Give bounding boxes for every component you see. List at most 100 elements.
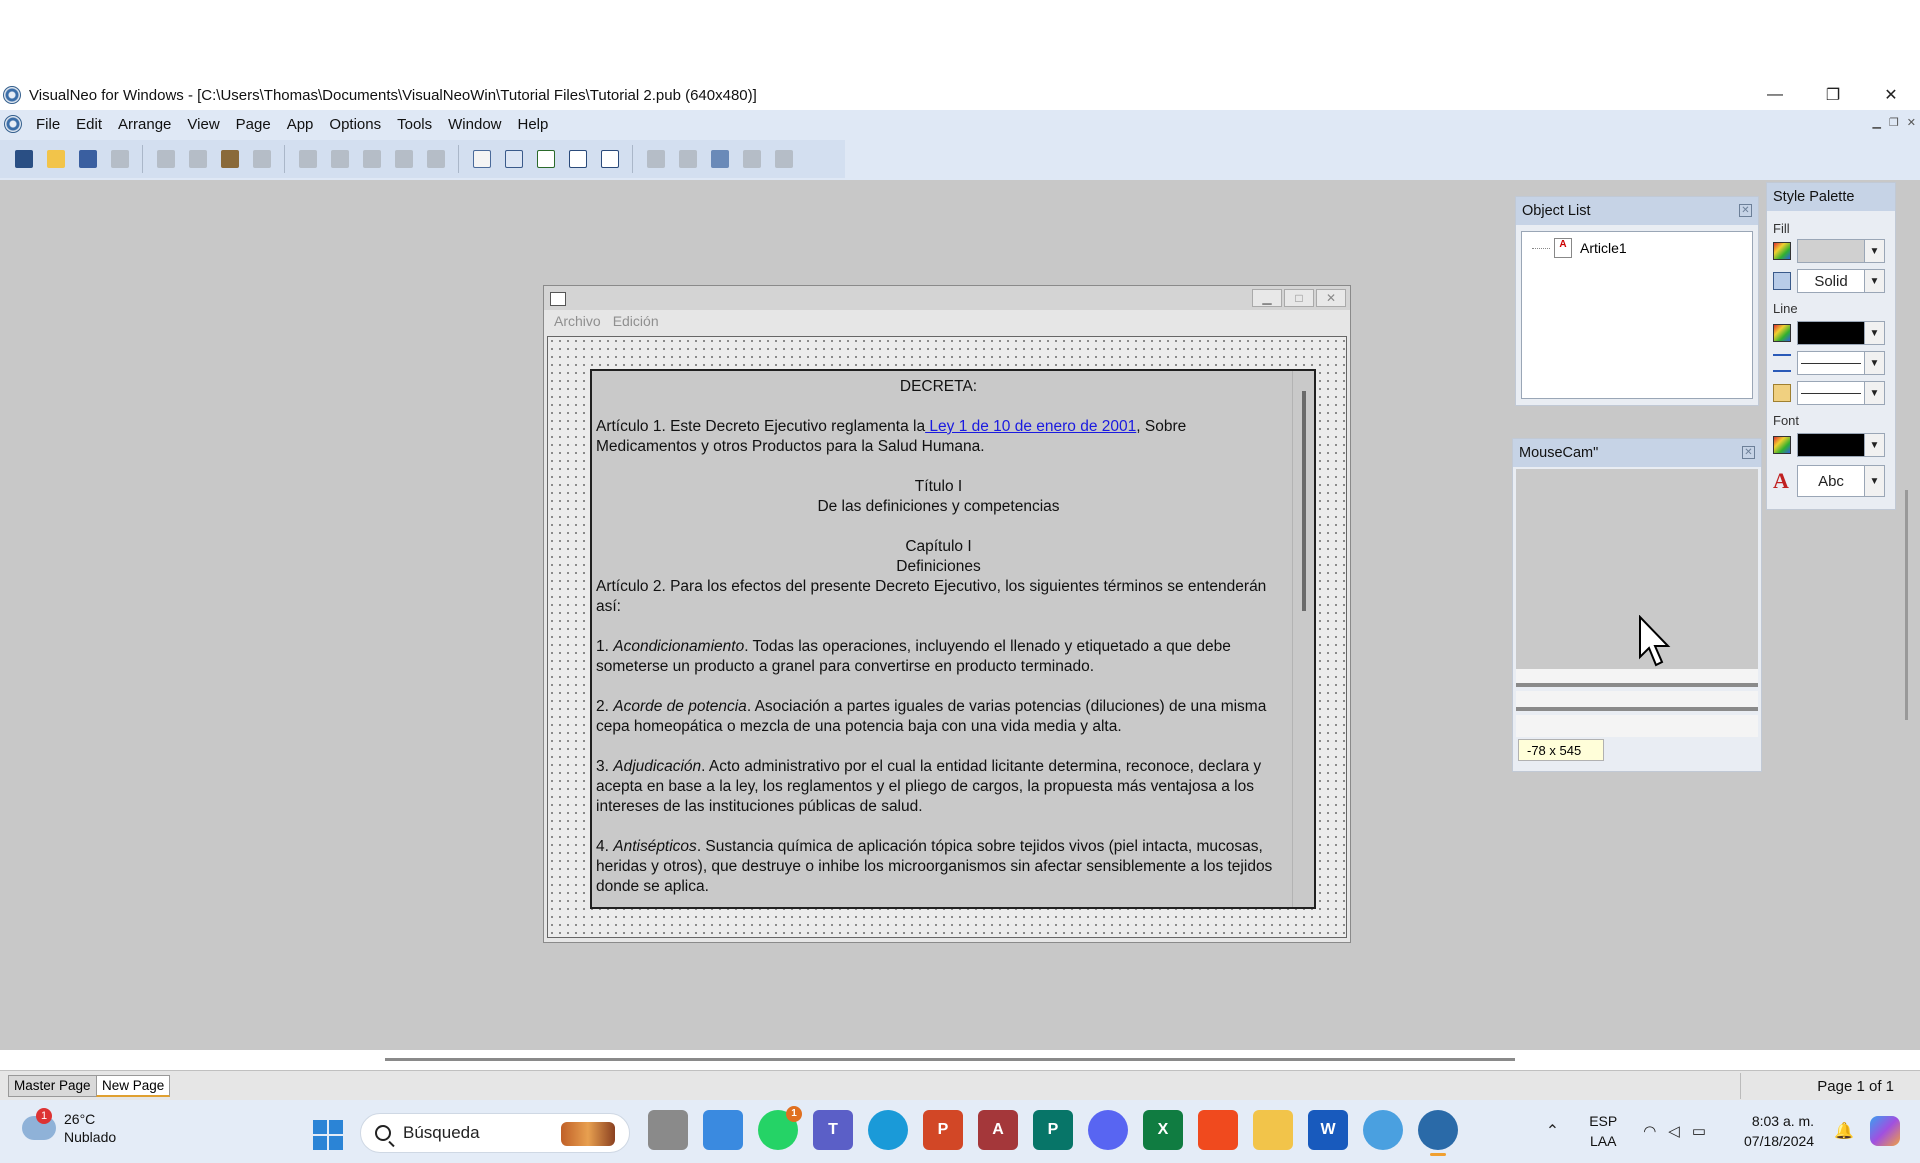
line-style-select[interactable]: ▼ [1797,381,1885,405]
ley-link[interactable]: Ley 1 de 10 de enero de 2001 [925,418,1136,435]
article1-object[interactable]: DECRETA: Artículo 1. Este Decreto Ejecut… [590,369,1316,909]
fill-pattern-select[interactable]: Solid ▼ [1797,269,1885,293]
windows-start-icon[interactable] [313,1120,343,1150]
window-controls: — ❐ ✕ [1746,80,1920,110]
ungroup-icon[interactable] [326,145,354,173]
copy-icon[interactable] [184,145,212,173]
capitulo-heading: Capítulo I [905,538,972,555]
next-page-icon[interactable] [738,145,766,173]
discord-icon[interactable] [1088,1110,1128,1150]
align-icon[interactable] [358,145,386,173]
prev-page-icon[interactable] [674,145,702,173]
microsoft-store-icon[interactable] [703,1110,743,1150]
menu-window[interactable]: Window [440,116,509,133]
workspace-horizontal-scrollbar[interactable] [385,1058,1515,1061]
mdi-restore-button[interactable]: ❐ [1889,116,1899,129]
tray-expand-icon[interactable]: ⌃ [1546,1121,1559,1141]
object-list-title-bar[interactable]: Object List ✕ [1516,197,1758,225]
mdi-minimize-button[interactable]: ▁ [1872,116,1880,129]
bring-front-icon[interactable] [390,145,418,173]
properties-icon[interactable] [500,145,528,173]
menu-arrange[interactable]: Arrange [110,116,179,133]
powerpoint-icon[interactable]: P [923,1110,963,1150]
style-palette-title-bar[interactable]: Style Palette [1767,183,1895,211]
group-icon[interactable] [294,145,322,173]
top-blank-area [0,0,1920,80]
network-volume-battery-icons[interactable]: ◠◁▭ [1643,1122,1718,1140]
font-color-row: ▼ [1773,433,1885,457]
design-page[interactable]: DECRETA: Artículo 1. Este Decreto Ejecut… [547,336,1347,938]
article-scrollbar[interactable] [1292,371,1314,907]
format-painter-icon[interactable] [106,145,134,173]
whatsapp-icon[interactable]: 1 [758,1106,802,1150]
open-icon[interactable] [42,145,70,173]
delete-icon[interactable] [248,145,276,173]
menu-app[interactable]: App [279,116,322,133]
menu-edit[interactable]: Edit [68,116,110,133]
font-color-select[interactable]: ▼ [1797,433,1885,457]
new-page-icon[interactable] [468,145,496,173]
menu-help[interactable]: Help [510,116,557,133]
language-indicator[interactable]: ESP LAA [1589,1111,1617,1151]
object-list-close-icon[interactable]: ✕ [1739,204,1752,217]
clock[interactable]: 8:03 a. m. 07/18/2024 [1744,1111,1814,1151]
page-tabs-bar: Master Page New Page Page 1 of 1 [0,1070,1920,1100]
menu-page[interactable]: Page [228,116,279,133]
mousecam-title-bar[interactable]: MouseCam" ✕ [1513,439,1761,467]
compile-icon[interactable] [596,145,624,173]
article-scroll-thumb[interactable] [1302,391,1306,611]
run-page-icon[interactable] [564,145,592,173]
tab-new-page[interactable]: New Page [96,1075,171,1097]
tab-master-page[interactable]: Master Page [8,1075,97,1097]
fill-color-icon [1773,242,1791,260]
taskbar-search[interactable]: Búsqueda [360,1113,630,1153]
fill-color-select[interactable]: ▼ [1797,239,1885,263]
edge-icon[interactable] [868,1110,908,1150]
chevron-down-icon: ▼ [1864,322,1884,344]
minimize-button[interactable]: — [1746,80,1804,110]
whatsapp-badge: 1 [786,1106,802,1122]
line-width-select[interactable]: ▼ [1797,351,1885,375]
first-page-icon[interactable] [642,145,670,173]
line-style-row: ▼ [1773,381,1885,405]
new-book-icon[interactable] [10,145,38,173]
weather-widget[interactable]: 1 26°C Nublado [22,1108,116,1146]
notification-bell-icon[interactable]: 🔔 [1834,1121,1854,1141]
access-icon[interactable]: A [978,1110,1018,1150]
object-list-item[interactable]: A Article1 [1532,238,1627,258]
excel-icon[interactable]: X [1143,1110,1183,1150]
mdi-close-button[interactable]: ✕ [1907,116,1916,129]
paint-icon[interactable] [1363,1110,1403,1150]
document-menu-icon[interactable] [4,115,22,133]
mouse-cursor-icon [1639,615,1671,667]
window-titlebar[interactable]: VisualNeo for Windows - [C:\Users\Thomas… [0,80,1920,110]
workspace-vertical-scrollbar[interactable] [1905,490,1908,720]
run-icon[interactable] [532,145,560,173]
task-view-icon[interactable] [648,1110,688,1150]
close-button[interactable]: ✕ [1862,80,1920,110]
mousecam-close-icon[interactable]: ✕ [1742,446,1755,459]
goto-page-icon[interactable] [706,145,734,173]
menu-options[interactable]: Options [321,116,389,133]
line-color-select[interactable]: ▼ [1797,321,1885,345]
menu-tools[interactable]: Tools [389,116,440,133]
cut-icon[interactable] [152,145,180,173]
menu-view[interactable]: View [179,116,227,133]
file-explorer-icon[interactable] [1253,1110,1293,1150]
visualneo-icon[interactable] [1418,1110,1458,1156]
select-all-icon[interactable] [422,145,450,173]
brave-icon[interactable] [1198,1110,1238,1150]
toolbar-separator [632,145,638,173]
last-page-icon[interactable] [770,145,798,173]
paste-icon[interactable] [216,145,244,173]
preview-menu-archivo: Archivo [554,313,601,329]
publisher-icon[interactable]: P [1033,1110,1073,1150]
word-icon[interactable]: W [1308,1110,1348,1150]
fill-label: Fill [1773,221,1790,236]
maximize-button[interactable]: ❐ [1804,80,1862,110]
save-icon[interactable] [74,145,102,173]
menu-file[interactable]: File [28,116,68,133]
copilot-icon[interactable] [1870,1116,1900,1146]
font-select[interactable]: Abc ▼ [1797,465,1885,497]
teams-icon[interactable]: T [813,1110,853,1150]
